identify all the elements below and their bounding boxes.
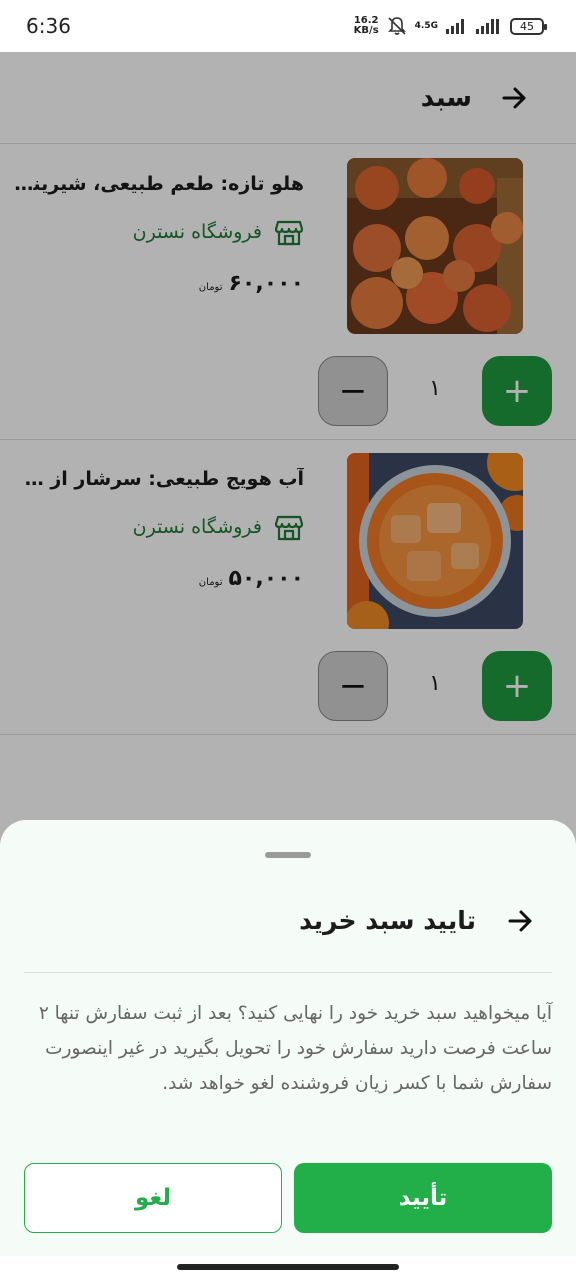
status-time: 6:36 <box>26 14 71 38</box>
bell-off-icon <box>387 17 406 35</box>
home-gesture-bar[interactable] <box>177 1264 399 1270</box>
signal-icon-2 <box>476 19 499 34</box>
sheet-title: تایید سبد خرید <box>299 906 476 935</box>
confirm-button[interactable]: تأیید <box>294 1163 552 1233</box>
battery-icon: 45 <box>510 17 547 35</box>
system-nav-bar <box>0 1256 576 1280</box>
sheet-header: تایید سبد خرید <box>299 906 534 935</box>
status-bar: 6:36 16.2 KB/s 4.5G 45 <box>0 0 576 52</box>
signal-icon <box>446 19 464 34</box>
status-icons: 16.2 KB/s 4.5G 45 <box>354 16 547 36</box>
sheet-back-arrow-icon[interactable] <box>506 907 534 935</box>
net-speed-unit: KB/s <box>353 25 379 36</box>
sheet-message: آیا میخواهید سبد خرید خود را نهایی کنید؟… <box>38 1003 552 1094</box>
network-type: 4.5G <box>414 21 438 31</box>
sheet-divider <box>24 972 552 973</box>
net-speed: 16.2 KB/s <box>354 16 379 36</box>
sheet-drag-handle[interactable] <box>265 852 311 858</box>
confirm-cart-sheet: تایید سبد خرید آیا میخواهید سبد خرید خود… <box>0 820 576 1256</box>
cancel-button[interactable]: لغو <box>24 1163 282 1233</box>
